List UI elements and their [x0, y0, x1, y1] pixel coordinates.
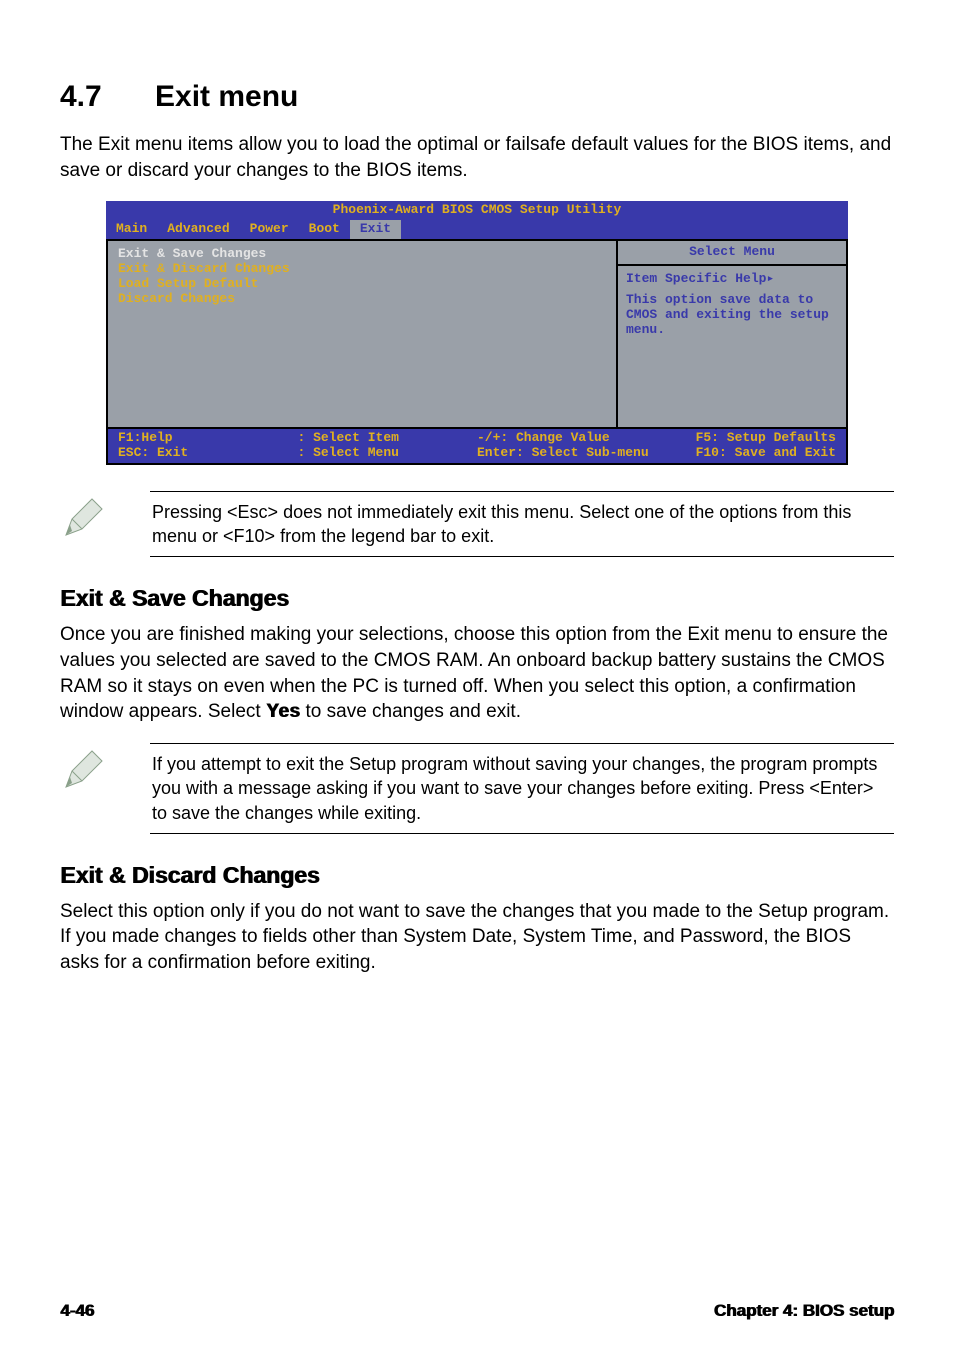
bios-tab-power[interactable]: Power	[240, 220, 299, 239]
section-number: 4.7	[60, 80, 155, 114]
pencil-icon	[60, 491, 150, 541]
bios-key-save-exit: F10: Save and Exit	[657, 446, 837, 461]
bios-help-panel: Select Menu Item Specific Help▸ This opt…	[616, 239, 848, 427]
bios-help-label: Item Specific Help▸	[626, 272, 838, 287]
bios-key-exit: ESC: Exit	[118, 446, 298, 461]
exit-save-text-2: to save changes and exit.	[300, 701, 521, 722]
bios-item-load-default[interactable]: Load Setup Default	[118, 277, 606, 292]
bios-tab-advanced[interactable]: Advanced	[157, 220, 239, 239]
bios-screenshot: Phoenix-Award BIOS CMOS Setup Utility Ma…	[106, 201, 848, 465]
bios-menu-list: Exit & Save Changes Exit & Discard Chang…	[106, 239, 616, 427]
note-unsaved: If you attempt to exit the Setup program…	[60, 743, 894, 834]
exit-discard-paragraph: Select this option only if you do not wa…	[60, 899, 894, 976]
note-esc-text: Pressing <Esc> does not immediately exit…	[150, 491, 894, 558]
bios-tab-main[interactable]: Main	[106, 220, 157, 239]
exit-save-paragraph: Once you are finished making your select…	[60, 622, 894, 725]
section-title: 4.7Exit menu	[60, 80, 894, 114]
bios-tab-boot[interactable]: Boot	[299, 220, 350, 239]
pencil-icon	[60, 743, 150, 793]
bios-window-title: Phoenix-Award BIOS CMOS Setup Utility	[106, 201, 848, 220]
bios-key-change-value: -/+: Change Value	[477, 431, 657, 446]
bios-footer: F1:Help ESC: Exit : Select Item : Select…	[106, 427, 848, 465]
bios-key-select-menu: : Select Menu	[298, 446, 478, 461]
bios-key-defaults: F5: Setup Defaults	[657, 431, 837, 446]
note-unsaved-text: If you attempt to exit the Setup program…	[150, 743, 894, 834]
triangle-right-icon: ▸	[766, 271, 774, 286]
bios-item-exit-save[interactable]: Exit & Save Changes	[118, 247, 606, 262]
page-footer: 4-46 Chapter 4: BIOS setup	[60, 1301, 894, 1321]
intro-paragraph: The Exit menu items allow you to load th…	[60, 132, 894, 183]
bios-help-text: This option save data to CMOS and exitin…	[626, 293, 838, 338]
subhead-exit-save: Exit & Save Changes	[60, 585, 894, 612]
bios-help-head: Select Menu	[618, 241, 846, 266]
bios-tab-bar: Main Advanced Power Boot Exit	[106, 220, 848, 239]
chapter-label: Chapter 4: BIOS setup	[714, 1301, 894, 1321]
bios-key-select-submenu: Enter: Select Sub-menu	[477, 446, 657, 461]
bios-tab-exit[interactable]: Exit	[350, 220, 401, 239]
page-number: 4-46	[60, 1301, 94, 1321]
subhead-exit-discard: Exit & Discard Changes	[60, 862, 894, 889]
bios-item-exit-discard[interactable]: Exit & Discard Changes	[118, 262, 606, 277]
bios-key-select-item: : Select Item	[298, 431, 478, 446]
yes-label: Yes	[266, 701, 300, 722]
section-name: Exit menu	[155, 80, 298, 113]
bios-item-discard[interactable]: Discard Changes	[118, 292, 606, 307]
note-esc: Pressing <Esc> does not immediately exit…	[60, 491, 894, 558]
bios-key-help: F1:Help	[118, 431, 298, 446]
